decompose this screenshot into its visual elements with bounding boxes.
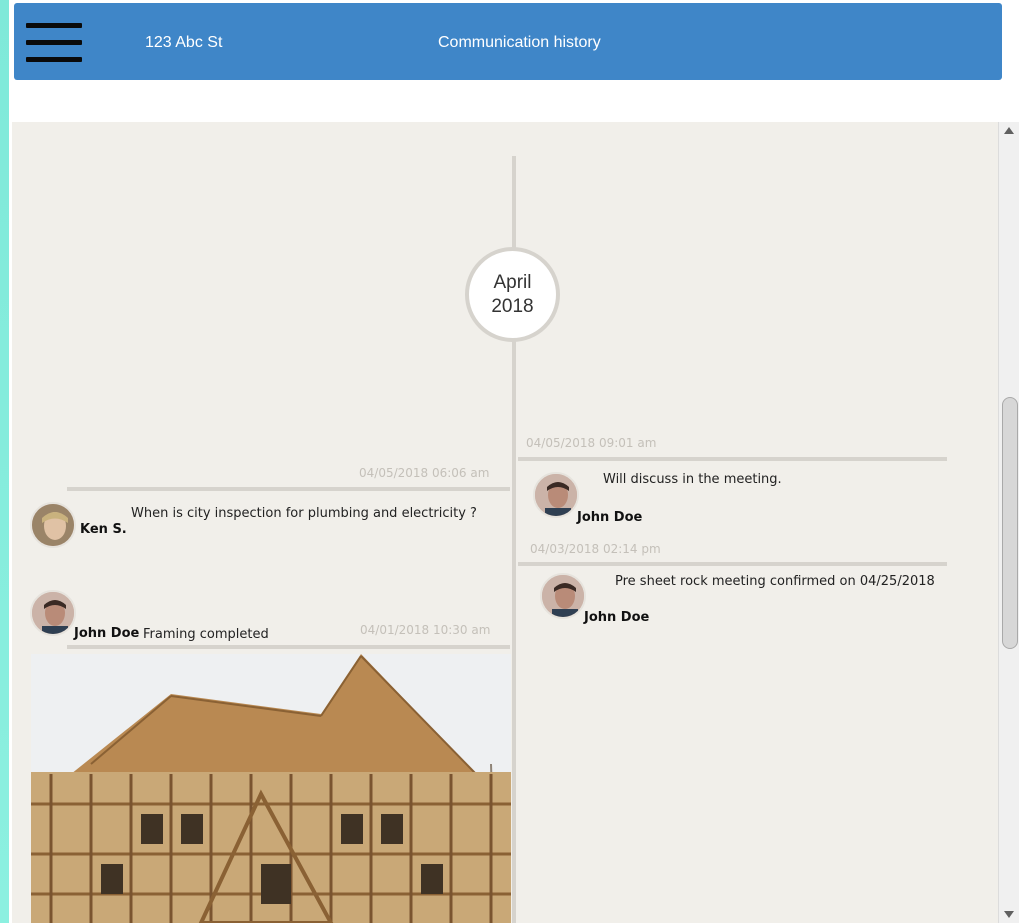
- entry-divider: [67, 645, 510, 649]
- hamburger-menu-icon[interactable]: [26, 23, 82, 65]
- vertical-scrollbar[interactable]: [998, 122, 1019, 923]
- house-framing-photo[interactable]: [31, 654, 511, 923]
- left-edge-strip: [0, 0, 9, 923]
- avatar[interactable]: [30, 502, 76, 548]
- scroll-up-arrow-icon[interactable]: [1001, 124, 1017, 138]
- avatar[interactable]: [533, 472, 579, 518]
- message-text: When is city inspection for plumbing and…: [131, 506, 477, 521]
- month-label: April: [493, 271, 532, 293]
- month-marker: April 2018: [465, 247, 560, 342]
- avatar[interactable]: [540, 573, 586, 619]
- entry-timestamp: 04/05/2018 09:01 am: [526, 436, 657, 450]
- app-header: 123 Abc St Communication history: [14, 3, 1002, 80]
- year-label: 2018: [491, 295, 534, 317]
- page-title: Communication history: [438, 34, 601, 51]
- scroll-down-arrow-icon[interactable]: [1001, 907, 1017, 921]
- entry-divider: [518, 562, 947, 566]
- message-text: Will discuss in the meeting.: [603, 472, 782, 487]
- entry-timestamp: 04/05/2018 06:06 am: [359, 466, 490, 480]
- avatar[interactable]: [30, 590, 76, 636]
- entry-timestamp: 04/03/2018 02:14 pm: [530, 542, 661, 556]
- message-text: Pre sheet rock meeting confirmed on 04/2…: [615, 574, 935, 589]
- communication-timeline[interactable]: April 2018 04/05/2018 09:01 am Will disc…: [12, 122, 998, 923]
- author-name[interactable]: John Doe: [74, 626, 139, 641]
- author-name[interactable]: John Doe: [584, 610, 649, 625]
- entry-timestamp: 04/01/2018 10:30 am: [360, 623, 491, 637]
- property-address: 123 Abc St: [145, 34, 223, 51]
- scrollbar-thumb[interactable]: [1002, 397, 1018, 649]
- message-text: Framing completed: [143, 627, 269, 642]
- entry-divider: [518, 457, 947, 461]
- author-name[interactable]: Ken S.: [80, 522, 127, 537]
- entry-divider: [67, 487, 510, 491]
- author-name[interactable]: John Doe: [577, 510, 642, 525]
